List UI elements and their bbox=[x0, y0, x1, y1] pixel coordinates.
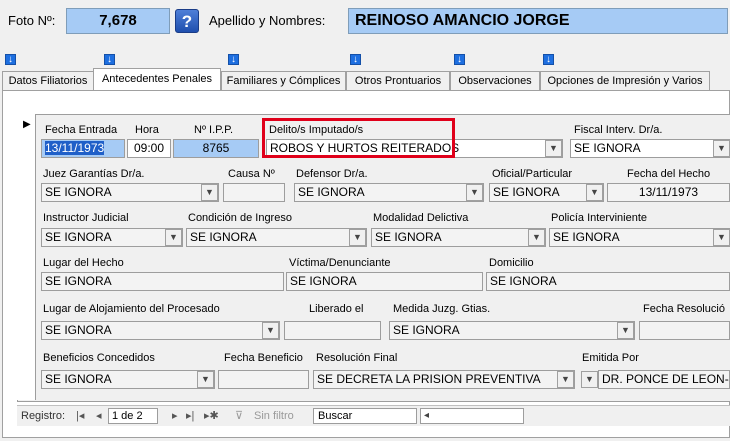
tab-arrow-icon[interactable]: ↓ bbox=[543, 54, 554, 65]
ipp-field[interactable]: 8765 bbox=[173, 139, 259, 158]
emitida-field[interactable]: DR. PONCE DE LEON-JU bbox=[598, 370, 730, 389]
chevron-down-icon[interactable]: ▼ bbox=[201, 184, 218, 201]
chevron-down-icon[interactable]: ▼ bbox=[713, 140, 730, 157]
chevron-down-icon[interactable]: ▼ bbox=[262, 322, 279, 339]
tab-arrow-icon[interactable]: ↓ bbox=[104, 54, 115, 65]
chevron-down-icon[interactable]: ▼ bbox=[617, 322, 634, 339]
delito-highlight-box bbox=[262, 118, 455, 158]
fecha-beneficio-field[interactable] bbox=[218, 370, 309, 389]
tab-opciones-impresion[interactable]: Opciones de Impresión y Varios bbox=[540, 71, 710, 90]
fecha-hecho-field[interactable]: 13/11/1973 bbox=[607, 183, 730, 202]
tab-arrow-icon[interactable]: ↓ bbox=[228, 54, 239, 65]
chevron-down-icon[interactable]: ▼ bbox=[528, 229, 545, 246]
foto-label: Foto Nº: bbox=[8, 13, 56, 28]
last-record-icon[interactable]: ▸| bbox=[186, 408, 194, 424]
condicion-field[interactable]: SE IGNORA bbox=[186, 228, 367, 247]
beneficios-field[interactable]: SE IGNORA bbox=[41, 370, 215, 389]
beneficios-label: Beneficios Concedidos bbox=[43, 352, 155, 364]
lugar-hecho-field[interactable]: SE IGNORA bbox=[41, 272, 284, 291]
tab-datos-filiatorios[interactable]: Datos Filiatorios bbox=[2, 71, 94, 90]
modalidad-field[interactable]: SE IGNORA bbox=[371, 228, 546, 247]
fecha-resolucion-field[interactable] bbox=[639, 321, 730, 340]
hora-field[interactable]: 09:00 bbox=[127, 139, 171, 158]
filter-icon[interactable]: ⊽ bbox=[235, 408, 243, 424]
defensor-field[interactable]: SE IGNORA bbox=[294, 183, 484, 202]
lugar-hecho-label: Lugar del Hecho bbox=[43, 257, 124, 269]
chevron-down-icon[interactable]: ▼ bbox=[165, 229, 182, 246]
tab-otros-prontuarios[interactable]: Otros Prontuarios bbox=[346, 71, 450, 90]
fecha-entrada-field[interactable]: 13/11/1973 bbox=[41, 139, 125, 158]
medida-field[interactable]: SE IGNORA bbox=[389, 321, 635, 340]
chevron-down-icon[interactable]: ▼ bbox=[581, 371, 598, 388]
fecha-beneficio-label: Fecha Beneficio bbox=[224, 352, 303, 364]
hora-label: Hora bbox=[135, 124, 159, 136]
defensor-label: Defensor Dr/a. bbox=[296, 168, 368, 180]
chevron-down-icon[interactable]: ▼ bbox=[197, 371, 214, 388]
record-position-field[interactable]: 1 de 2 bbox=[108, 408, 158, 424]
filter-status[interactable]: Sin filtro bbox=[254, 408, 294, 424]
search-input[interactable]: Buscar bbox=[313, 408, 417, 424]
next-record-icon[interactable]: ▸ bbox=[172, 408, 178, 424]
scroll-left-icon[interactable]: ◂ bbox=[424, 409, 429, 423]
foto-number-field[interactable]: 7,678 bbox=[66, 8, 170, 34]
juez-label: Juez Garantías Dr/a. bbox=[43, 168, 145, 180]
victima-field[interactable]: SE IGNORA bbox=[286, 272, 483, 291]
fecha-hecho-label: Fecha del Hecho bbox=[627, 168, 711, 180]
record-selector[interactable] bbox=[17, 114, 36, 400]
liberado-field[interactable] bbox=[284, 321, 381, 340]
chevron-down-icon[interactable]: ▼ bbox=[713, 229, 730, 246]
first-record-icon[interactable]: |◂ bbox=[76, 408, 84, 424]
fiscal-field[interactable]: SE IGNORA bbox=[570, 139, 730, 158]
tab-observaciones[interactable]: Observaciones bbox=[450, 71, 540, 90]
domicilio-label: Domicilio bbox=[489, 257, 534, 269]
tab-familiares-complices[interactable]: Familiares y Cómplices bbox=[221, 71, 346, 90]
chevron-down-icon[interactable]: ▼ bbox=[545, 140, 562, 157]
emitida-label: Emitida Por bbox=[582, 352, 639, 364]
alojamiento-field[interactable]: SE IGNORA bbox=[41, 321, 280, 340]
causa-label: Causa Nº bbox=[228, 168, 275, 180]
previous-record-icon[interactable]: ◂ bbox=[96, 408, 102, 424]
tab-arrow-icon[interactable]: ↓ bbox=[350, 54, 361, 65]
ipp-label: Nº I.P.P. bbox=[194, 124, 234, 136]
fecha-entrada-label: Fecha Entrada bbox=[45, 124, 118, 136]
instructor-label: Instructor Judicial bbox=[43, 212, 129, 224]
oficial-label: Oficial/Particular bbox=[492, 168, 573, 180]
condicion-label: Condición de Ingreso bbox=[188, 212, 292, 224]
fecha-resolucion-label: Fecha Resolució bbox=[643, 303, 725, 315]
chevron-down-icon[interactable]: ▼ bbox=[349, 229, 366, 246]
fecha-entrada-value: 13/11/1973 bbox=[45, 141, 105, 155]
domicilio-field[interactable]: SE IGNORA bbox=[486, 272, 730, 291]
instructor-field[interactable]: SE IGNORA bbox=[41, 228, 183, 247]
resolucion-label: Resolución Final bbox=[316, 352, 398, 364]
policia-field[interactable]: SE IGNORA bbox=[549, 228, 730, 247]
tab-antecedentes-penales[interactable]: Antecedentes Penales bbox=[93, 68, 221, 91]
policia-label: Policía Interviniente bbox=[551, 212, 647, 224]
causa-field[interactable] bbox=[223, 183, 285, 202]
full-name-field[interactable]: REINOSO AMANCIO JORGE bbox=[348, 8, 728, 34]
current-record-icon: ▶ bbox=[23, 119, 31, 130]
tab-arrow-icon[interactable]: ↓ bbox=[454, 54, 465, 65]
medida-label: Medida Juzg. Gtias. bbox=[393, 303, 491, 315]
chevron-down-icon[interactable]: ▼ bbox=[586, 184, 603, 201]
resolucion-field[interactable]: SE DECRETA LA PRISION PREVENTIVA bbox=[313, 370, 575, 389]
help-icon[interactable]: ? bbox=[175, 9, 199, 33]
victima-label: Víctima/Denunciante bbox=[289, 257, 391, 269]
new-record-icon[interactable]: ▸✱ bbox=[204, 408, 219, 424]
horizontal-scrollbar[interactable]: ◂ bbox=[420, 408, 524, 424]
liberado-label: Liberado el bbox=[309, 303, 364, 315]
registro-label: Registro: bbox=[21, 410, 66, 422]
name-label: Apellido y Nombres: bbox=[209, 13, 326, 28]
fiscal-label: Fiscal Interv. Dr/a. bbox=[574, 124, 663, 136]
chevron-down-icon[interactable]: ▼ bbox=[557, 371, 574, 388]
juez-field[interactable]: SE IGNORA bbox=[41, 183, 219, 202]
chevron-down-icon[interactable]: ▼ bbox=[466, 184, 483, 201]
modalidad-label: Modalidad Delictiva bbox=[373, 212, 469, 224]
alojamiento-label: Lugar de Alojamiento del Procesado bbox=[43, 303, 220, 315]
tab-arrow-icon[interactable]: ↓ bbox=[5, 54, 16, 65]
